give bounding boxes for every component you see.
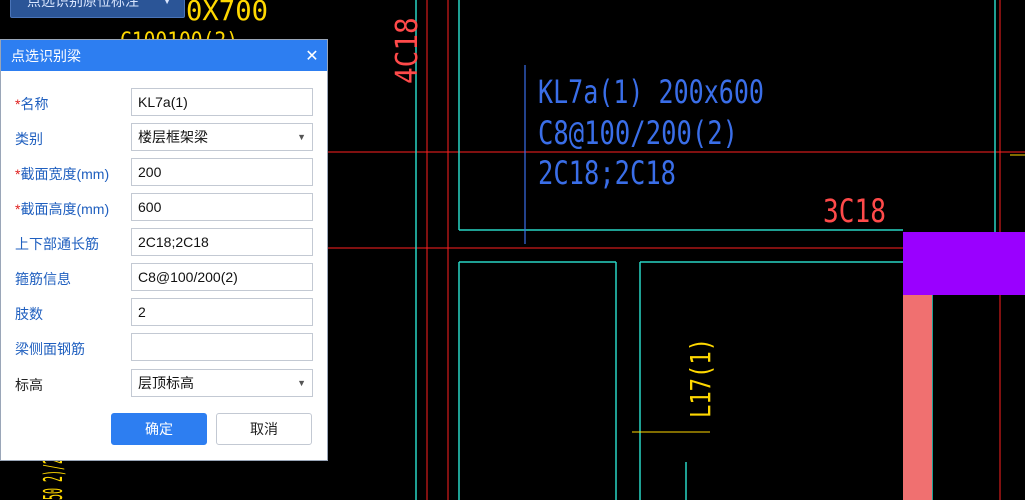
recognize-beam-dialog: 点选识别梁 ✕ *名称 类别 楼层框架梁 ▼ *截面宽度(mm) *截面高度(m… [0, 39, 328, 461]
close-icon[interactable]: ✕ [297, 46, 327, 66]
field-label: 梁侧面钢筋 [15, 341, 85, 357]
field-label: *截面宽度(mm) [15, 166, 110, 182]
salmon-column [903, 295, 932, 500]
bottom-left-text-fragment: 50 2)/2 [39, 458, 69, 500]
purple-column-block [903, 232, 1025, 295]
field-label: 标高 [15, 377, 43, 393]
dialog-title: 点选识别梁 [11, 47, 81, 64]
section-height-input[interactable] [131, 193, 313, 221]
field-label: *截面高度(mm) [15, 201, 110, 217]
beam-label-line-1: KL7a(1) 200x600 [538, 73, 764, 111]
field-row-category: 类别 楼层框架梁 ▼ [1, 123, 329, 151]
recognize-annotation-button[interactable]: 点选识别原位标注 ▼ [10, 0, 185, 18]
field-label: 箍筋信息 [15, 271, 71, 287]
field-label: 上下部通长筋 [15, 236, 99, 252]
beam-label-line-2: C8@100/200(2) [538, 114, 738, 152]
field-row-through-rebar: 上下部通长筋 [1, 228, 329, 256]
elevation-select-value: 层顶标高 [138, 375, 194, 391]
section-width-input[interactable] [131, 158, 313, 186]
dialog-title-bar: 点选识别梁 ✕ [1, 40, 327, 71]
field-label: 类别 [15, 131, 43, 147]
cancel-button[interactable]: 取消 [216, 413, 312, 445]
caret-down-icon: ▼ [162, 0, 172, 7]
legs-input[interactable] [131, 298, 313, 326]
through-rebar-input[interactable] [131, 228, 313, 256]
top-text-fragment-1: 0X700 [186, 0, 268, 27]
field-row-width: *截面宽度(mm) [1, 158, 329, 186]
category-select[interactable]: 楼层框架梁 ▼ [131, 123, 313, 151]
dropdown-arrow-icon: ▼ [297, 132, 306, 142]
field-row-legs: 肢数 [1, 298, 329, 326]
category-select-value: 楼层框架梁 [138, 129, 208, 145]
field-row-height: *截面高度(mm) [1, 193, 329, 221]
field-row-elevation: 标高 层顶标高 ▼ [1, 369, 329, 397]
name-input[interactable] [131, 88, 313, 116]
beam-label-line-3: 2C18;2C18 [538, 154, 676, 192]
rebar-text-4c18: 4C18 2 [390, 0, 425, 84]
field-row-stirrup: 箍筋信息 [1, 263, 329, 291]
ok-button[interactable]: 确定 [111, 413, 207, 445]
field-label: 肢数 [15, 306, 43, 322]
elevation-select[interactable]: 层顶标高 ▼ [131, 369, 313, 397]
recognize-annotation-label: 点选识别原位标注 [27, 0, 139, 9]
dropdown-arrow-icon: ▼ [297, 378, 306, 388]
side-rebar-input[interactable] [131, 333, 313, 361]
stirrup-input[interactable] [131, 263, 313, 291]
field-row-name: *名称 [1, 88, 329, 116]
rebar-text-3c18: 3C18 [823, 192, 886, 230]
field-row-side-rebar: 梁侧面钢筋 [1, 333, 329, 361]
beam-text-l17: L17(1) [684, 338, 717, 418]
field-label: *名称 [15, 96, 49, 112]
